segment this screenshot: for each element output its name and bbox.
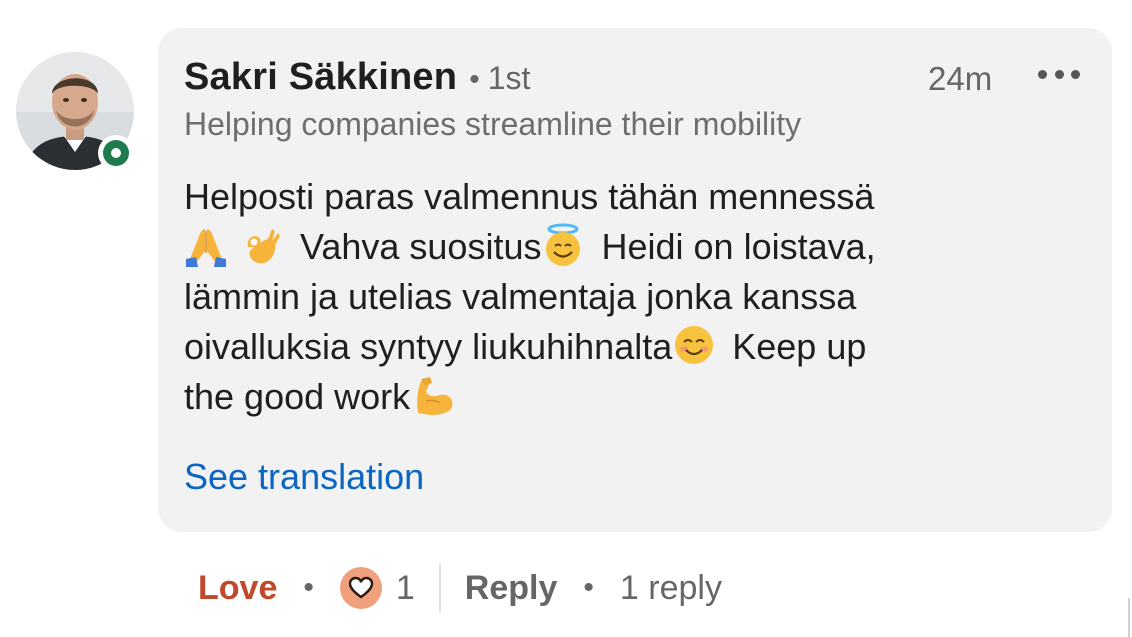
replies-count-link[interactable]: 1 reply — [620, 569, 722, 608]
action-divider — [438, 563, 441, 613]
separator-dot: • — [303, 571, 314, 604]
comment-text: oivalluksia syntyy liukuhihnalta — [184, 326, 673, 367]
comment-text: Keep up — [732, 326, 867, 367]
more-dot — [1054, 69, 1064, 79]
flexed-biceps-emoji — [417, 377, 453, 415]
comment-text: the good work — [184, 376, 411, 417]
see-translation-link[interactable]: See translation — [184, 456, 424, 498]
heart-icon — [348, 576, 374, 599]
online-status-dot — [103, 140, 129, 166]
comment-text: Helposti paras valmennus tähän mennessä — [184, 176, 875, 217]
comment-text: Vahva suositus — [300, 226, 542, 267]
comment-line-4: oivalluksia syntyy liukuhihnalta Keep up — [184, 322, 1064, 372]
comment-text: Heidi on loistava, — [601, 226, 876, 267]
comment-actions: Love • 1 Reply • 1 reply — [198, 560, 722, 616]
connection-degree: 1st — [487, 60, 531, 96]
separator-dot: • — [583, 571, 594, 604]
author-row: Sakri Säkkinen • 1st — [184, 56, 530, 99]
folded-hands-emoji — [186, 229, 226, 267]
heart-reaction-icon[interactable] — [339, 567, 382, 609]
author-headline: Helping companies streamline their mobil… — [184, 106, 802, 142]
ok-hand-emoji — [247, 229, 280, 264]
more-options-icon[interactable] — [1038, 65, 1080, 83]
scroll-indicator — [1128, 598, 1130, 637]
comment-line-5: the good work — [184, 372, 1064, 422]
comment-line-1: Helposti paras valmennus tähän mennessä — [184, 172, 1064, 222]
smiling-face-with-halo-emoji — [546, 223, 581, 266]
more-dot — [1071, 69, 1080, 79]
love-reaction-button[interactable]: Love — [198, 569, 277, 608]
comment-line-2: Vahva suositus Heidi on loistava, — [184, 222, 1064, 272]
comment-timestamp: 24m — [928, 60, 993, 97]
comment-text: lämmin ja utelias valmentaja jonka kanss… — [184, 276, 857, 317]
reply-button[interactable]: Reply — [465, 569, 558, 608]
author-name[interactable]: Sakri Säkkinen — [184, 56, 457, 99]
comment-body: Helposti paras valmennus tähän mennessä … — [184, 172, 1064, 422]
online-status-icon — [98, 135, 134, 171]
degree-separator: • — [469, 63, 480, 96]
more-dot — [1038, 69, 1047, 79]
reaction-count[interactable]: 1 — [396, 569, 415, 608]
comment-bubble: Sakri Säkkinen • 1st 24m Helping compani… — [158, 28, 1112, 532]
comment-line-3: lämmin ja utelias valmentaja jonka kanss… — [184, 272, 1064, 322]
smiling-face-emoji — [675, 326, 714, 364]
